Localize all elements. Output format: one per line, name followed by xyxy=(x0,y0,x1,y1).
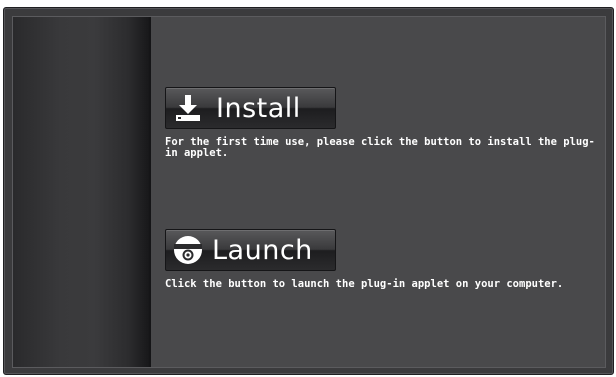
plugin-window: Install For the first time use, please c… xyxy=(3,7,614,375)
dome-camera-icon xyxy=(166,230,210,270)
launch-button[interactable]: Launch xyxy=(165,229,336,271)
launch-description: Click the button to launch the plug-in a… xyxy=(165,278,564,290)
sidebar xyxy=(13,17,151,367)
plugin-panel: Install For the first time use, please c… xyxy=(12,16,606,368)
install-button[interactable]: Install xyxy=(165,87,336,129)
install-button-label: Install xyxy=(216,92,301,124)
launch-button-label: Launch xyxy=(212,234,313,266)
install-description: For the first time use, please click the… xyxy=(165,136,595,159)
content-area: Install For the first time use, please c… xyxy=(151,17,605,367)
download-icon xyxy=(166,88,210,128)
